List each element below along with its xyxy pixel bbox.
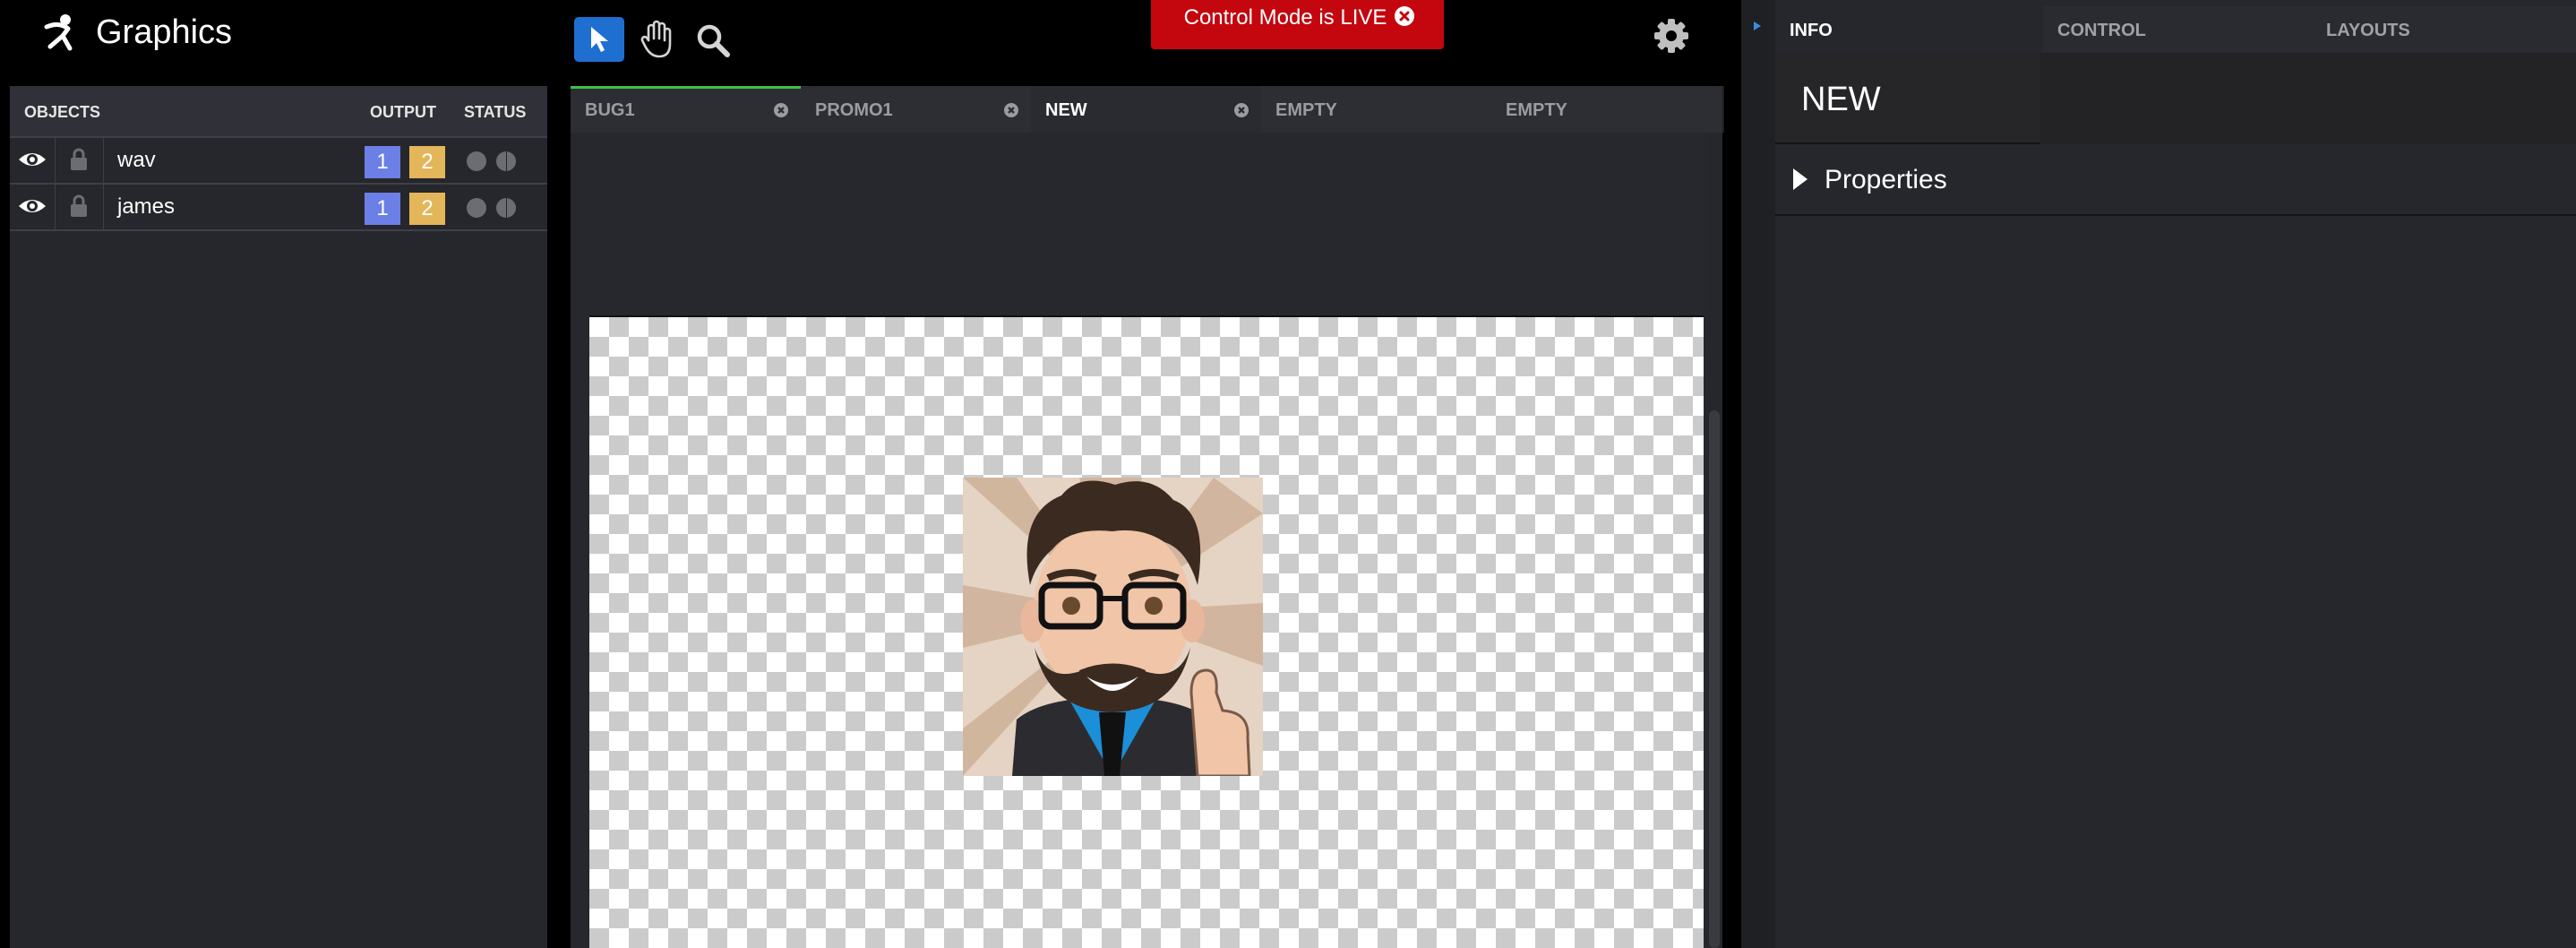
lock-toggle[interactable] [55,185,104,229]
objects-header: OBJECTS OUTPUT STATUS [10,86,547,138]
output-2-badge[interactable]: 2 [409,193,445,225]
output-column-header: OUTPUT [370,103,436,121]
tab-label: CONTROL [2057,21,2146,40]
tab-label: NEW [1045,100,1087,120]
output-2-badge[interactable]: 2 [409,146,445,178]
tab-label: LAYOUTS [2326,21,2410,40]
tab-label: INFO [1790,21,1833,40]
search-zoom-icon[interactable] [693,21,733,60]
right-panel-collapse-strip[interactable] [1741,0,1775,948]
close-tab-icon[interactable] [1002,101,1020,119]
collapse-arrow-icon[interactable] [1754,22,1761,30]
visibility-toggle[interactable] [10,185,56,229]
canvas-scrollbar-thumb[interactable] [1709,410,1720,948]
eye-icon [19,200,46,212]
tab-layouts[interactable]: LAYOUTS [2312,6,2576,53]
tab-label: EMPTY [1506,100,1567,120]
gear-icon[interactable] [1653,17,1690,55]
info-title: NEW [1801,81,1881,118]
cursor-arrow-icon [591,27,608,52]
visibility-toggle[interactable] [10,138,56,183]
app-title: Graphics [96,13,233,51]
close-tab-icon[interactable] [1232,101,1250,119]
status-dot-icon [467,151,486,171]
close-tab-icon[interactable] [772,101,790,119]
select-tool-button[interactable] [574,17,624,62]
properties-label[interactable]: Properties [1825,159,1947,201]
eye-icon [19,153,46,166]
lock-toggle[interactable] [55,138,104,183]
status-dot-icon [467,198,486,218]
tab-new[interactable]: NEW [1031,86,1263,133]
tab-label: BUG1 [585,100,635,120]
inspector-tab-bar: INFO CONTROL LAYOUTS [1775,6,2576,53]
hand-tool-icon[interactable] [638,19,677,60]
lock-icon [71,194,87,217]
tab-accent-line [571,86,801,89]
tab-info[interactable]: INFO [1775,6,2045,53]
tab-label: EMPTY [1275,100,1337,120]
tab-control[interactable]: CONTROL [2043,6,2314,53]
object-name[interactable]: wav [117,138,156,183]
tab-empty-1[interactable]: EMPTY [1261,86,1493,133]
live-banner-text: Control Mode is LIVE [1183,5,1387,30]
object-name[interactable]: james [117,185,175,229]
layer-tab-bar: BUG1 PROMO1 NEW EMPTY EMPTY [571,86,1724,133]
info-title-bar-right [2040,53,2576,144]
lock-icon [71,148,87,170]
graphics-logo-icon [44,14,73,51]
expand-arrow-icon[interactable] [1792,168,1808,191]
close-banner-icon[interactable] [1393,4,1416,28]
status-column-header: STATUS [464,103,527,121]
status-split-icon [496,198,516,218]
object-row-james[interactable]: james 1 2 [10,185,547,231]
output-1-badge[interactable]: 1 [365,146,400,178]
output-1-badge[interactable]: 1 [365,193,400,225]
tab-promo1[interactable]: PROMO1 [801,86,1033,133]
object-row-wav[interactable]: wav 1 2 [10,138,547,185]
tab-bug1[interactable]: BUG1 [571,86,803,133]
status-split-icon [496,151,516,171]
objects-column-header: OBJECTS [24,103,101,121]
tab-empty-2[interactable]: EMPTY [1491,86,1724,133]
cartoon-avatar-image[interactable] [963,478,1263,776]
tab-label: PROMO1 [815,100,893,120]
